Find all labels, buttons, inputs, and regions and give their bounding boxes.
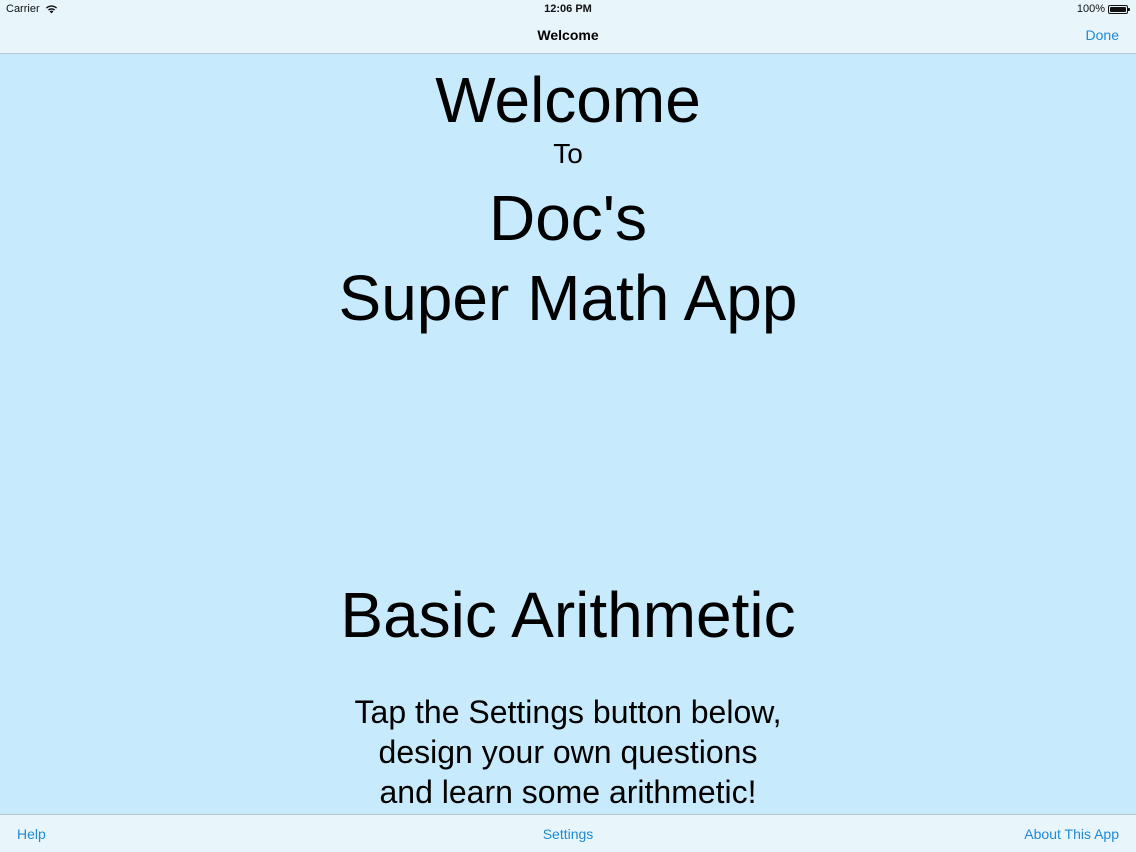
battery-indicator: 100% (1076, 3, 1130, 15)
settings-button[interactable]: Settings (543, 826, 594, 842)
nav-title: Welcome (537, 27, 599, 43)
instructions-line: and learn some arithmetic! (379, 774, 757, 810)
instructions-line: Tap the Settings button below, (354, 694, 782, 730)
about-app-button[interactable]: About This App (1024, 826, 1119, 842)
settings-button-wrap: Settings (0, 826, 1136, 842)
bottom-toolbar: Help Settings About This App (0, 814, 1136, 852)
app-name-line1: Doc's (488, 182, 648, 254)
to-text: To (553, 138, 583, 169)
instructions-line: design your own questions (378, 734, 758, 770)
welcome-heading: Welcome (435, 64, 701, 136)
welcome-content: Welcome To Doc's Super Math App Basic Ar… (0, 54, 1136, 814)
subject-title: Basic Arithmetic (340, 579, 796, 651)
battery-icon (1108, 4, 1130, 14)
app-name-line2: Super Math App (338, 262, 798, 334)
instructions-text: Tap the Settings button below, design yo… (0, 692, 1136, 812)
done-button[interactable]: Done (1086, 27, 1119, 43)
battery-percent: 100% (1076, 3, 1105, 15)
status-time: 12:06 PM (544, 3, 592, 15)
top-bars: Carrier 12:06 PM 100% Welcome Done (0, 0, 1136, 54)
status-bar: Carrier 12:06 PM 100% (0, 0, 1136, 18)
navigation-bar: Welcome Done (0, 18, 1136, 53)
app-screen: Carrier 12:06 PM 100% Welcome Done Welco… (0, 0, 1136, 852)
